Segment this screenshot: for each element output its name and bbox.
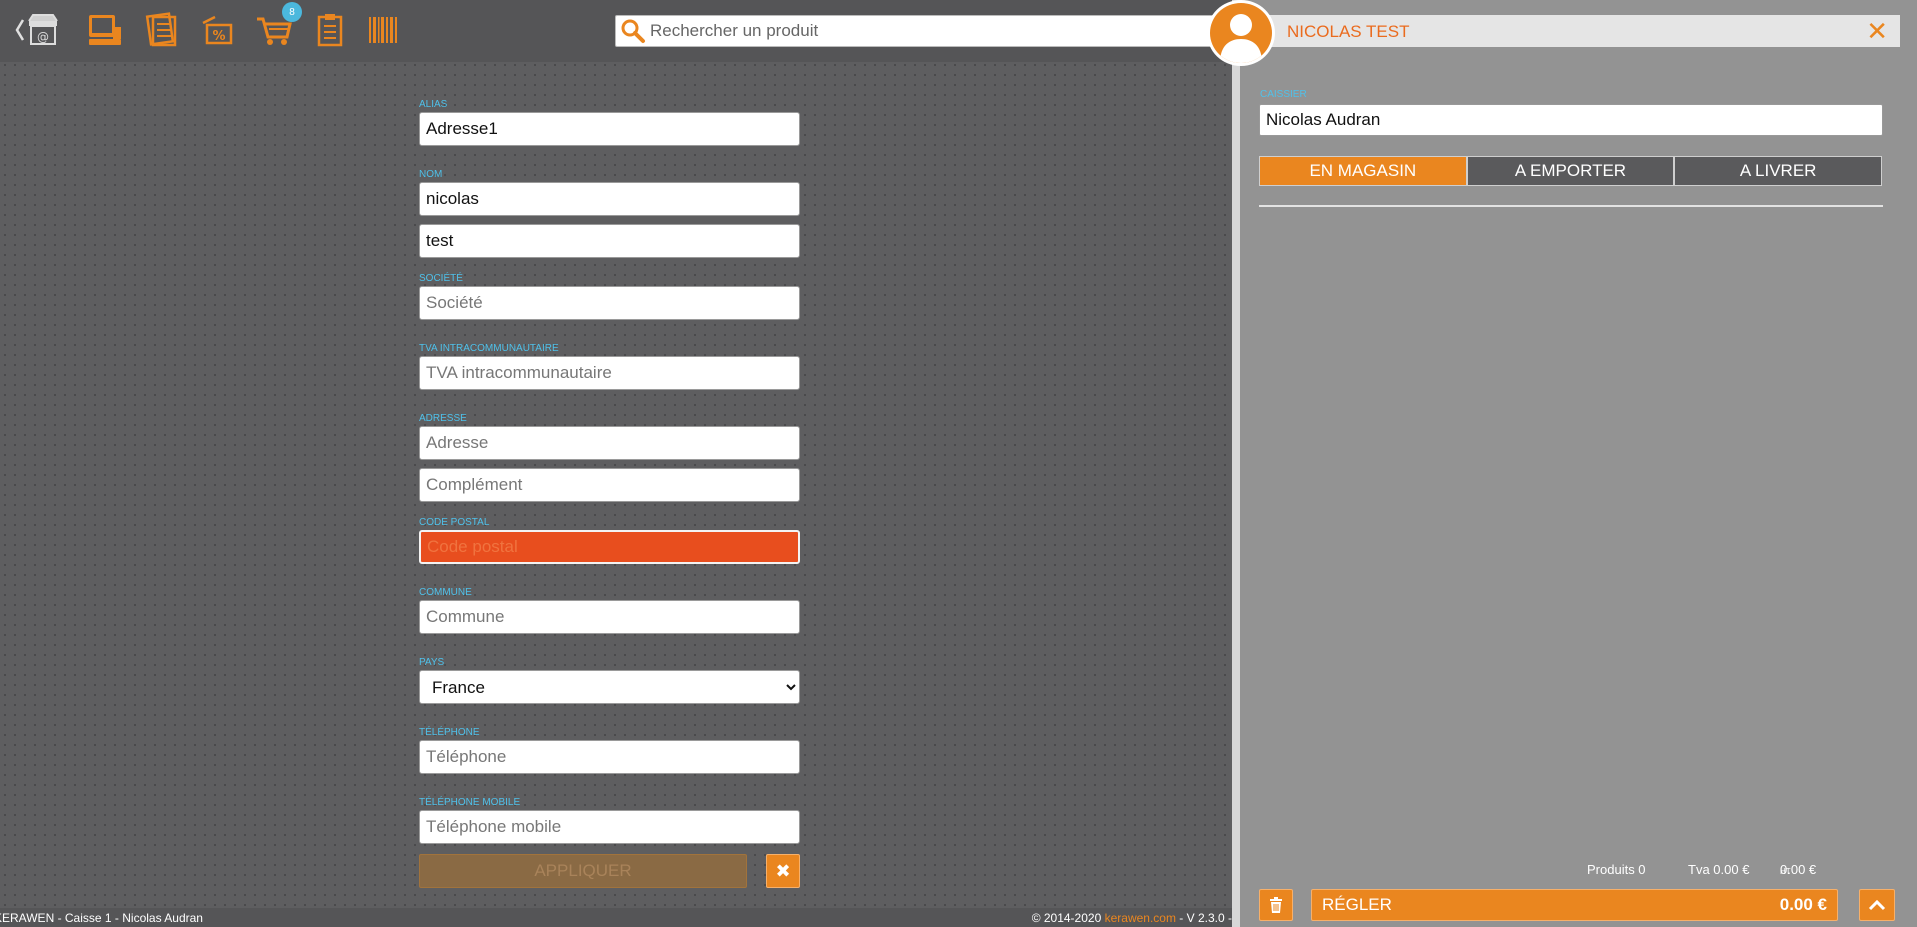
- svg-text:%: %: [212, 29, 225, 44]
- status-footer: KERAWEN - Caisse 1 - Nicolas Audran © 20…: [0, 908, 1232, 927]
- search-input[interactable]: [650, 21, 1190, 41]
- city-field[interactable]: [419, 600, 800, 634]
- phone-field[interactable]: [419, 740, 800, 774]
- pane-divider[interactable]: [1232, 0, 1240, 927]
- tab-a-livrer[interactable]: A LIVRER: [1674, 156, 1883, 186]
- barcode-button[interactable]: [366, 10, 402, 50]
- pay-label: RÉGLER: [1322, 895, 1392, 914]
- close-icon[interactable]: ✕: [1866, 18, 1888, 44]
- address-label: ADRESSE: [419, 413, 467, 424]
- company-label: SOCIÉTÉ: [419, 273, 463, 284]
- brand-link[interactable]: kerawen.com: [1105, 911, 1176, 925]
- clear-cart-button[interactable]: [1259, 889, 1293, 921]
- vat-label: TVA INTRACOMMUNAUTAIRE: [419, 343, 559, 354]
- apply-button[interactable]: APPLIQUER: [419, 854, 747, 888]
- form-actions: APPLIQUER ✖: [419, 854, 800, 888]
- store-back-icon: @: [15, 14, 58, 45]
- ht-total: 0.00 € HT: [1780, 862, 1816, 877]
- barcode-icon: [369, 17, 397, 43]
- cancel-button[interactable]: ✖: [766, 854, 800, 888]
- back-shop-button[interactable]: @: [14, 10, 62, 50]
- search-icon[interactable]: [616, 18, 650, 44]
- chevron-up-icon: [1868, 899, 1886, 911]
- vat-total: Tva 0.00 €: [1688, 862, 1750, 877]
- delivery-mode-tabs: EN MAGASIN A EMPORTER A LIVRER: [1259, 156, 1883, 186]
- mobile-label: TÉLÉPHONE MOBILE: [419, 797, 521, 808]
- postal-code-label: CODE POSTAL: [419, 517, 490, 528]
- address-complement-field[interactable]: [419, 468, 800, 502]
- version-text: - V 2.3.0 -: [1175, 911, 1232, 925]
- vat-field[interactable]: [419, 356, 800, 390]
- phone-label: TÉLÉPHONE: [419, 727, 480, 738]
- cashier-label: CAISSIER: [1260, 89, 1307, 100]
- address-field[interactable]: [419, 426, 800, 460]
- footer-session: KERAWEN - Caisse 1 - Nicolas Audran: [0, 911, 203, 925]
- firstname-field[interactable]: [419, 182, 800, 216]
- monitor-icon: [89, 15, 121, 45]
- close-icon: ✖: [775, 860, 791, 881]
- toolbar: @ % 8 Rechercher un produit: [0, 0, 1232, 62]
- svg-text:@: @: [37, 30, 49, 44]
- customer-name[interactable]: NICOLAS TEST: [1287, 22, 1410, 42]
- discount-button[interactable]: %: [198, 10, 236, 50]
- footer-copyright: © 2014-2020 kerawen.com - V 2.3.0 -: [1032, 911, 1232, 925]
- catalog-icon: [145, 12, 177, 47]
- cart-count-badge: 8: [282, 2, 302, 22]
- customer-avatar[interactable]: [1207, 0, 1275, 66]
- cart-divider: [1259, 205, 1883, 207]
- expand-button[interactable]: [1859, 889, 1895, 921]
- lastname-field[interactable]: [419, 224, 800, 258]
- alias-field[interactable]: [419, 112, 800, 146]
- alias-label: ALIAS: [419, 99, 448, 110]
- pay-amount: 0.00 €: [1779, 895, 1827, 914]
- nom-label: NOM: [419, 169, 443, 180]
- cashier-field[interactable]: [1259, 104, 1883, 136]
- country-select[interactable]: France: [419, 670, 800, 704]
- company-field[interactable]: [419, 286, 800, 320]
- address-form: ALIAS NOM SOCIÉTÉ TVA INTRACOMMUNAUTAIRE…: [419, 98, 800, 888]
- main-pane: @ % 8 Rechercher un produit ALIAS Adress…: [0, 0, 1232, 927]
- product-search: [615, 15, 1220, 47]
- city-label: COMMUNE: [419, 587, 472, 598]
- postal-code-field[interactable]: [419, 530, 800, 564]
- user-icon: [1220, 14, 1262, 63]
- tab-en-magasin[interactable]: EN MAGASIN: [1259, 156, 1467, 186]
- tab-a-emporter[interactable]: A EMPORTER: [1466, 156, 1675, 186]
- mobile-field[interactable]: [419, 810, 800, 844]
- products-count: Produits 0: [1587, 862, 1646, 877]
- screen-button[interactable]: [86, 10, 124, 50]
- pay-button[interactable]: RÉGLER 0.00 €: [1311, 889, 1838, 921]
- country-label: PAYS: [419, 657, 445, 668]
- ht-amount: 0.00 €: [1780, 862, 1817, 877]
- customer-header: NICOLAS TEST ✕: [1240, 15, 1900, 47]
- discount-icon: %: [202, 15, 233, 45]
- catalog-button[interactable]: [142, 10, 180, 50]
- orders-button[interactable]: [312, 10, 348, 50]
- trash-icon: [1270, 897, 1282, 913]
- copyright-text: © 2014-2020: [1031, 911, 1105, 925]
- clipboard-icon: [317, 14, 343, 47]
- cart-panel: NICOLAS TEST ✕ CAISSIER EN MAGASIN A EMP…: [1240, 0, 1917, 927]
